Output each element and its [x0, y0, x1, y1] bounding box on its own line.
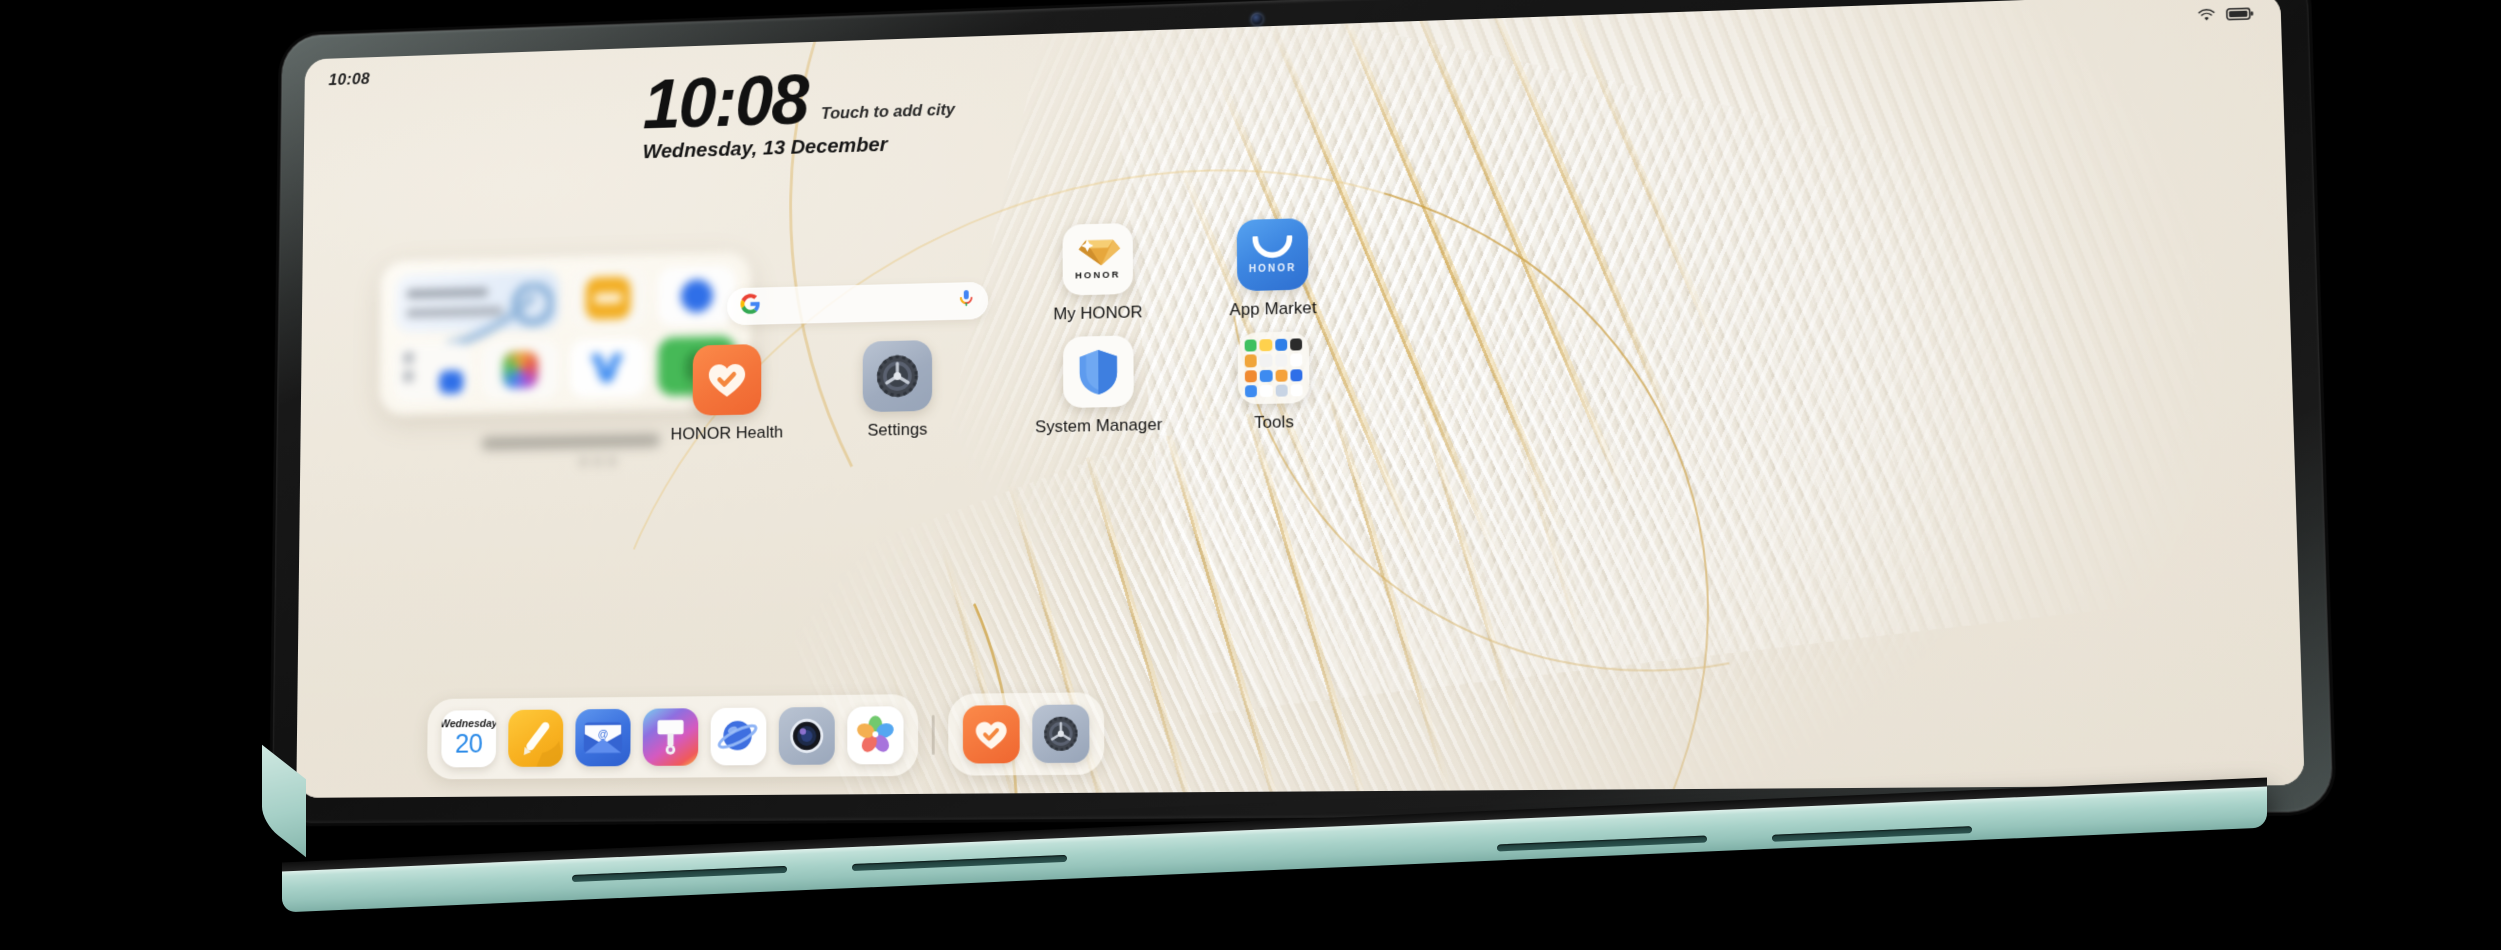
dock-app-camera[interactable]: [778, 706, 835, 765]
folder-mini-icon: [1290, 383, 1303, 397]
honor-tablet: 10:08 10:08 Touch to add city Wednesday,…: [271, 0, 2334, 824]
dock-app-calendar[interactable]: Wednesday 20: [441, 710, 497, 768]
folder-mini-icon: [1244, 369, 1258, 383]
app-tile-files[interactable]: [394, 342, 471, 402]
dock-recent-group: [948, 692, 1105, 776]
microphone-icon[interactable]: [958, 289, 974, 313]
dock-app-notes[interactable]: [508, 709, 564, 767]
speaker-grille: [852, 854, 1067, 872]
svg-text:@: @: [598, 729, 609, 741]
speaker-grille: [1772, 826, 1972, 842]
folder-mini-icon: [1259, 369, 1273, 382]
speaker-grille: [1497, 835, 1707, 852]
app-label: System Manager: [1035, 414, 1163, 437]
dock-app-gallery[interactable]: [847, 706, 904, 765]
product-shot: 10:08 10:08 Touch to add city Wednesday,…: [0, 0, 2501, 950]
folder-mini-icon: [1244, 339, 1257, 352]
status-bar-indicators: [2196, 5, 2254, 27]
dock-main-group: Wednesday 20 @: [427, 694, 919, 780]
folder-mini-icon: [1244, 384, 1258, 398]
app-label: Settings: [867, 419, 928, 440]
app-label: My HONOR: [1053, 302, 1143, 324]
clock-row: 10:08 Touch to add city: [642, 61, 955, 144]
speaker-grille: [572, 865, 787, 883]
folder-mini-icon: [1274, 338, 1288, 352]
calendar-day-number: 20: [454, 729, 483, 759]
app-label: HONOR Health: [670, 422, 784, 444]
folder-mini-icon: [1244, 354, 1257, 368]
folder-mini-icon: [1290, 353, 1303, 367]
dock-app-themes[interactable]: [642, 708, 699, 766]
folder-mini-icon: [1289, 338, 1303, 351]
dock: Wednesday 20 @: [427, 692, 1105, 780]
widget-panel-page-dots[interactable]: [579, 457, 616, 466]
wifi-icon: [2196, 7, 2217, 28]
dock-app-honor-health-recent[interactable]: [962, 705, 1020, 764]
app-tile-amber[interactable]: [569, 268, 648, 329]
google-g-icon: [740, 293, 760, 319]
app-settings[interactable]: Settings: [830, 339, 965, 441]
folder-mini-icon: [1260, 384, 1273, 398]
suggestion-card[interactable]: [394, 270, 559, 332]
tablet-screen: 10:08 10:08 Touch to add city Wednesday,…: [296, 0, 2305, 798]
lockscreen-clock-widget: 10:08 Touch to add city Wednesday, 13 De…: [642, 61, 955, 164]
shield-icon: [1062, 335, 1134, 409]
diamond-icon: HONOR: [1062, 222, 1134, 296]
heart-check-icon: [692, 343, 762, 416]
dock-app-browser[interactable]: [710, 707, 767, 766]
dock-separator: [931, 714, 935, 755]
app-system-manager[interactable]: System Manager: [1030, 335, 1167, 438]
app-app-market[interactable]: HONOR App Market: [1203, 217, 1342, 321]
folder-mini-icon: [1274, 353, 1288, 367]
app-tile-blue[interactable]: [658, 265, 736, 326]
gear-icon: [862, 340, 933, 413]
app-honor-health[interactable]: HONOR Health: [660, 343, 793, 444]
dock-app-settings-recent[interactable]: [1032, 704, 1090, 764]
folder-mini-icon: [1290, 368, 1303, 382]
search-input[interactable]: [769, 293, 949, 314]
add-city-link[interactable]: Touch to add city: [821, 100, 955, 133]
battery-icon: [2226, 6, 2254, 26]
status-bar-clock: 10:08: [328, 69, 370, 89]
app-tile-media[interactable]: [569, 337, 647, 398]
app-my-honor[interactable]: HONOR My HONOR: [1029, 222, 1166, 325]
google-search-bar[interactable]: [727, 281, 989, 326]
app-label: App Market: [1229, 298, 1317, 320]
app-folder-tools[interactable]: Tools: [1204, 330, 1344, 434]
folder-mini-icon: [1259, 354, 1273, 367]
dock-app-email[interactable]: @: [575, 708, 631, 767]
folder-mini-icon: [1259, 339, 1272, 352]
folder-mini-icon: [1275, 369, 1288, 382]
shopping-bag-icon: HONOR: [1236, 218, 1309, 292]
clock-time: 10:08: [642, 61, 808, 144]
